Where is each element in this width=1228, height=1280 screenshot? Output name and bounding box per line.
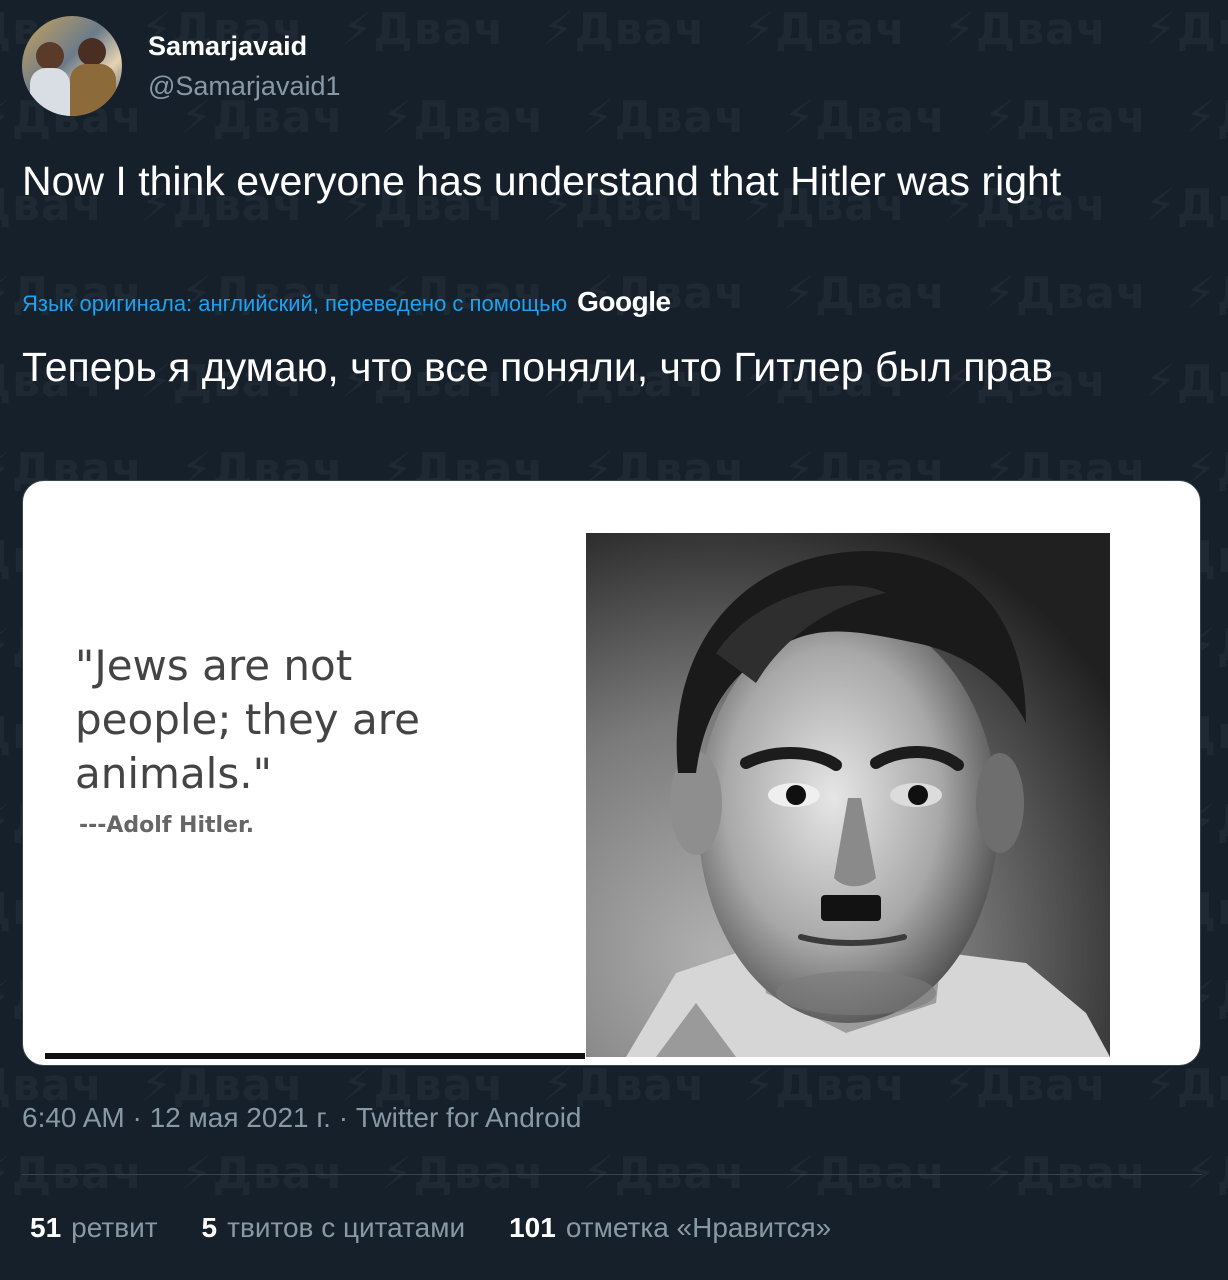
portrait-illustration bbox=[586, 533, 1110, 1057]
avatar[interactable] bbox=[22, 16, 122, 116]
stat-count: 51 bbox=[30, 1212, 62, 1243]
stat-label: ретвит bbox=[71, 1212, 158, 1243]
tweet-media-image[interactable]: "Jews are not people; they are animals."… bbox=[22, 480, 1201, 1066]
media-portrait-photo bbox=[586, 533, 1110, 1057]
media-quote-block: "Jews are not people; they are animals."… bbox=[75, 639, 555, 838]
tweet-text: Now I think everyone has understand that… bbox=[22, 158, 1062, 204]
author-names: Samarjavaid @Samarjavaid1 bbox=[148, 29, 341, 103]
stat-label: твитов с цитатами bbox=[227, 1212, 466, 1243]
avatar-person-left-head bbox=[36, 42, 64, 70]
author-handle[interactable]: @Samarjavaid1 bbox=[148, 69, 341, 103]
author-display-name[interactable]: Samarjavaid bbox=[148, 29, 341, 63]
tweet-timestamp[interactable]: 6:40 AM · 12 мая 2021 г. · Twitter for A… bbox=[22, 1102, 581, 1134]
tweet: Samarjavaid @Samarjavaid1 Now I think ev… bbox=[0, 0, 1228, 1280]
stat-count: 101 bbox=[509, 1212, 556, 1243]
translated-tweet-text: Теперь я думаю, что все поняли, что Гитл… bbox=[22, 344, 1053, 390]
tweet-header: Samarjavaid @Samarjavaid1 bbox=[22, 16, 341, 116]
translation-notice: Язык оригинала: английский, переведено с… bbox=[22, 286, 671, 318]
divider bbox=[22, 1174, 1202, 1175]
stat-retweets[interactable]: 51 ретвит bbox=[30, 1212, 158, 1244]
stat-likes[interactable]: 101 отметка «Нравится» bbox=[509, 1212, 831, 1244]
avatar-person-right-head bbox=[78, 38, 106, 66]
google-logo: Google bbox=[577, 286, 671, 317]
avatar-person-right-body bbox=[70, 64, 116, 116]
translation-notice-text[interactable]: Язык оригинала: английский, переведено с… bbox=[22, 291, 567, 317]
stat-quote-tweets[interactable]: 5 твитов с цитатами bbox=[202, 1212, 466, 1244]
avatar-person-left-body bbox=[30, 68, 70, 116]
media-bottom-rule bbox=[45, 1053, 585, 1059]
media-quote-attribution: ---Adolf Hitler. bbox=[79, 813, 255, 838]
tweet-stats: 51 ретвит 5 твитов с цитатами 101 отметк… bbox=[30, 1212, 875, 1244]
stat-count: 5 bbox=[201, 1212, 218, 1243]
stat-label: отметка «Нравится» bbox=[565, 1212, 832, 1243]
media-quote-text: "Jews are not people; they are animals." bbox=[75, 641, 420, 798]
